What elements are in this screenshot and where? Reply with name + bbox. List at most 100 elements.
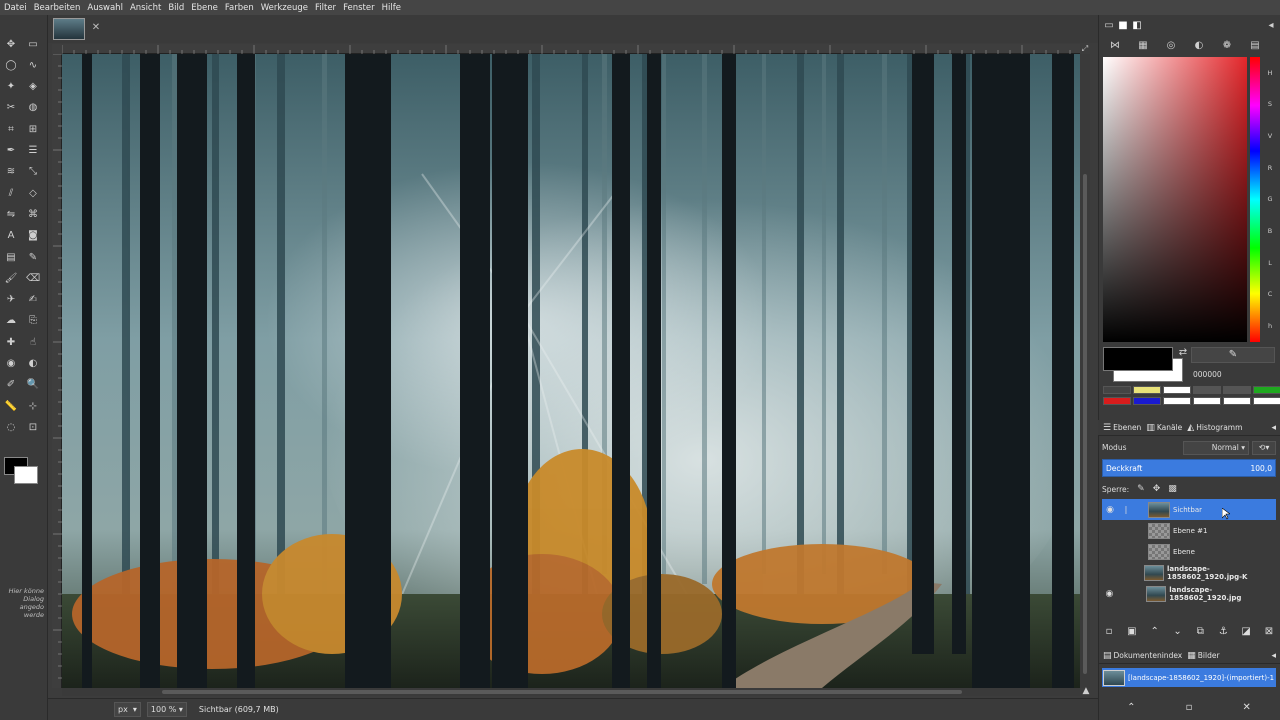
composite-mode-button[interactable]: ⟲▾: [1252, 440, 1276, 455]
paintbrush-icon[interactable]: 🖌: [4, 271, 18, 285]
lock-alpha-icon[interactable]: ▩: [1168, 484, 1177, 494]
eraser-icon[interactable]: ⌫: [26, 271, 40, 285]
navigate-icon[interactable]: ▲: [1080, 686, 1092, 698]
gradient-icon[interactable]: ▤: [4, 250, 18, 264]
menu-item[interactable]: Bearbeiten: [34, 3, 81, 13]
blur-icon[interactable]: ◉: [4, 357, 18, 371]
dock-menu-icon[interactable]: ◂: [1264, 18, 1278, 32]
visibility-icon[interactable]: ◉: [1102, 505, 1118, 515]
zoom-select[interactable]: 100 % ▾: [146, 702, 187, 717]
zoom-icon[interactable]: 🔍: [26, 378, 40, 392]
horizontal-ruler[interactable]: [61, 44, 1080, 54]
menu-item[interactable]: Farben: [225, 3, 254, 13]
color-history-swatch[interactable]: [1163, 397, 1191, 405]
menu-item[interactable]: Ebene: [191, 3, 218, 13]
mode-select[interactable]: Normal ▾: [1183, 440, 1249, 455]
fuzzy-select-icon[interactable]: ✦: [4, 80, 18, 94]
transform-icon[interactable]: ⊡: [26, 420, 40, 434]
warp-icon[interactable]: ≋: [4, 165, 18, 179]
menu-item[interactable]: Fenster: [343, 3, 375, 13]
rect-select-icon[interactable]: ▭: [26, 37, 40, 51]
wheel-selector-icon[interactable]: ◐: [1192, 38, 1206, 52]
vertical-scrollbar[interactable]: [1080, 54, 1090, 688]
heal-icon[interactable]: ✚: [4, 335, 18, 349]
flip-icon[interactable]: ⇋: [4, 207, 18, 221]
foreground-select-icon[interactable]: ◍: [26, 101, 40, 115]
cmyk-selector-icon[interactable]: ▦: [1136, 38, 1150, 52]
menu-item[interactable]: Ansicht: [130, 3, 161, 13]
cage-icon[interactable]: ⌘: [26, 207, 40, 221]
new-layer-icon[interactable]: ▫: [1102, 626, 1116, 637]
foreground-background-icon[interactable]: ◧: [1130, 18, 1144, 32]
opacity-slider[interactable]: Deckkraft 100,0: [1102, 459, 1276, 477]
delete-image-icon[interactable]: ✕: [1243, 702, 1251, 716]
color-saturation-field[interactable]: [1103, 57, 1247, 342]
layer-mask-icon[interactable]: ◪: [1239, 626, 1253, 637]
visibility-icon[interactable]: ◉: [1102, 589, 1117, 599]
shear-icon[interactable]: ⫽: [4, 186, 18, 200]
lock-pixels-icon[interactable]: ✎: [1137, 484, 1145, 494]
delete-layer-icon[interactable]: ⊠: [1262, 626, 1276, 637]
menu-item[interactable]: Bild: [168, 3, 184, 13]
color-history-swatch[interactable]: [1253, 386, 1280, 394]
zoom-to-fit-icon[interactable]: ⤢: [1078, 44, 1092, 54]
panel-menu-icon[interactable]: ◂: [1271, 423, 1276, 433]
scissors-icon[interactable]: ✂: [4, 101, 18, 115]
airbrush-icon[interactable]: ✈: [4, 293, 18, 307]
vertical-ruler[interactable]: [52, 53, 62, 688]
lock-position-icon[interactable]: ✥: [1153, 484, 1161, 494]
palette-selector-icon[interactable]: ❁: [1220, 38, 1234, 52]
menu-item[interactable]: Datei: [4, 3, 27, 13]
background-color-swatch[interactable]: [14, 466, 38, 484]
align-icon[interactable]: ☰: [26, 144, 40, 158]
anchor-layer-icon[interactable]: ⚓: [1216, 626, 1230, 637]
color-history-swatch[interactable]: [1133, 397, 1161, 405]
image-canvas[interactable]: [62, 54, 1080, 688]
lasso-icon[interactable]: ∿: [26, 58, 40, 72]
bucket-fill-icon[interactable]: ◙: [26, 229, 40, 243]
scale-icon[interactable]: ⤡: [26, 165, 40, 179]
hex-value[interactable]: 000000: [1193, 370, 1222, 379]
duplicate-layer-icon[interactable]: ⧉: [1193, 626, 1207, 637]
unit-select[interactable]: px ▾: [114, 702, 141, 717]
dodge-icon[interactable]: ◐: [26, 357, 40, 371]
color-history-swatch[interactable]: [1253, 397, 1280, 405]
raise-layer-icon[interactable]: ⌃: [1148, 626, 1162, 637]
color-history-swatch[interactable]: [1223, 397, 1251, 405]
tool-options-icon[interactable]: ▭: [1102, 18, 1116, 32]
tab-layers[interactable]: ☰ Ebenen: [1103, 423, 1141, 433]
tab-images[interactable]: ▦ Bilder: [1187, 651, 1219, 661]
images-list-item[interactable]: [landscape-1858602_1920]-(importiert)-1: [1102, 668, 1276, 687]
unified-transform-icon[interactable]: ⊞: [26, 122, 40, 136]
layer-row[interactable]: landscape-1858602_1920.jpg-K: [1102, 562, 1276, 583]
raise-display-icon[interactable]: ⌃: [1127, 702, 1135, 716]
foreground-color-big[interactable]: [1103, 347, 1173, 371]
menu-item[interactable]: Hilfe: [382, 3, 401, 13]
layer-row[interactable]: ◉ | Sichtbar: [1102, 499, 1276, 520]
perspective-icon[interactable]: ◇: [26, 186, 40, 200]
color-picker-icon[interactable]: ✐: [4, 378, 18, 392]
crop-icon[interactable]: ⌗: [4, 122, 18, 136]
color-history-swatch[interactable]: [1163, 386, 1191, 394]
panel-menu-icon[interactable]: ◂: [1271, 651, 1276, 661]
color-history-swatch[interactable]: [1223, 386, 1251, 394]
tab-channels[interactable]: ▥ Kanäle: [1146, 423, 1182, 433]
menu-item[interactable]: Werkzeuge: [261, 3, 308, 13]
menu-item[interactable]: Auswahl: [87, 3, 123, 13]
color-history-swatch[interactable]: [1193, 397, 1221, 405]
tab-document-index[interactable]: ▤ Dokumentenindex: [1103, 651, 1182, 661]
image-tab-thumbnail[interactable]: [53, 18, 85, 40]
hue-strip[interactable]: [1250, 57, 1260, 342]
measure-icon[interactable]: 📏: [4, 399, 18, 413]
select-by-color-icon[interactable]: ◈: [26, 80, 40, 94]
color-picker-button[interactable]: ✎: [1191, 347, 1275, 363]
horizontal-scrollbar[interactable]: [62, 688, 1080, 696]
chain-icon[interactable]: |: [1118, 505, 1134, 514]
mypaint-icon[interactable]: ☁: [4, 314, 18, 328]
color-history-swatch[interactable]: [1193, 386, 1221, 394]
color-history-swatch[interactable]: [1103, 386, 1131, 394]
move-tool-icon[interactable]: ✥: [4, 37, 18, 51]
watercolor-selector-icon[interactable]: ◎: [1164, 38, 1178, 52]
menu-item[interactable]: Filter: [315, 3, 336, 13]
clone-icon[interactable]: ⎘: [26, 314, 40, 328]
